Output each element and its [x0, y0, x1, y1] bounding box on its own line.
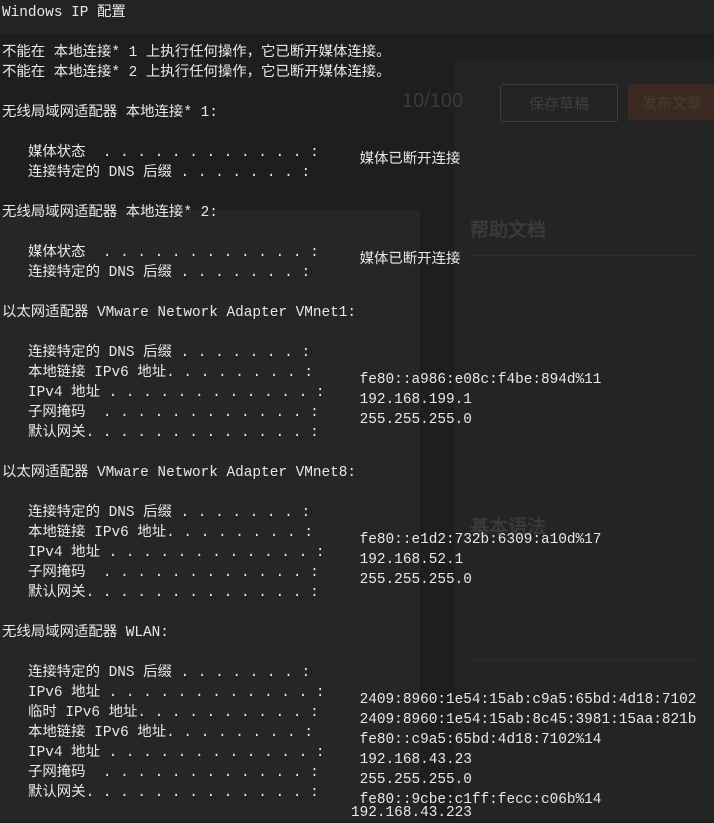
adapter-heading: 无线局域网适配器 本地连接* 1: — [2, 105, 218, 121]
field-label: 媒体状态 . . . . . . . . . . . . : — [28, 245, 319, 261]
adapter-field: 本地链接 IPv6 地址. . . . . . . . : fe80::a986… — [2, 363, 696, 388]
adapter-field: 连接特定的 DNS 后缀 . . . . . . . : — [2, 163, 696, 183]
field-value: 媒体已断开连接 — [351, 152, 461, 168]
field-label: IPv6 地址 . . . . . . . . . . . . : — [28, 685, 325, 701]
field-label: 连接特定的 DNS 后缀 . . . . . . . : — [28, 165, 311, 181]
field-value: 255.255.255.0 — [351, 412, 472, 428]
field-value: 255.255.255.0 — [351, 572, 472, 588]
field-label: 媒体状态 . . . . . . . . . . . . : — [28, 145, 319, 161]
adapter-field: 连接特定的 DNS 后缀 . . . . . . . : — [2, 503, 696, 523]
field-label: 子网掩码 . . . . . . . . . . . . : — [28, 565, 319, 581]
adapter-field: 默认网关. . . . . . . . . . . . . : — [2, 423, 696, 443]
field-label: IPv4 地址 . . . . . . . . . . . . : — [28, 545, 325, 561]
adapter-field: 本地链接 IPv6 地址. . . . . . . . : fe80::c9a5… — [2, 723, 696, 748]
field-label: 默认网关. . . . . . . . . . . . . : — [28, 785, 319, 801]
adapter-field: 默认网关. . . . . . . . . . . . . : — [2, 583, 696, 603]
field-label: 连接特定的 DNS 后缀 . . . . . . . : — [28, 665, 311, 681]
field-value: 媒体已断开连接 — [351, 252, 461, 268]
adapter-heading: 以太网适配器 VMware Network Adapter VMnet1: — [2, 305, 357, 321]
terminal-output: Windows IP 配置不能在 本地连接* 1 上执行任何操作，它已断开媒体连… — [2, 3, 696, 823]
adapter-field: 连接特定的 DNS 后缀 . . . . . . . : — [2, 663, 696, 683]
adapter-field: 连接特定的 DNS 后缀 . . . . . . . : — [2, 343, 696, 363]
field-label: 连接特定的 DNS 后缀 . . . . . . . : — [28, 505, 311, 521]
field-label: 子网掩码 . . . . . . . . . . . . : — [28, 405, 319, 421]
adapter-heading: 无线局域网适配器 本地连接* 2: — [2, 205, 218, 221]
adapter-field: 媒体状态 . . . . . . . . . . . . : 媒体已断开连接 — [2, 143, 696, 168]
adapter-heading: 以太网适配器 VMware Network Adapter VMnet8: — [2, 465, 357, 481]
field-label: 默认网关. . . . . . . . . . . . . : — [28, 585, 319, 601]
adapter-field: IPv6 地址 . . . . . . . . . . . . : 2409:8… — [2, 683, 696, 708]
field-label: 临时 IPv6 地址. . . . . . . . . . : — [28, 705, 319, 721]
field-label: IPv4 地址 . . . . . . . . . . . . : — [28, 385, 325, 401]
field-label: 连接特定的 DNS 后缀 . . . . . . . : — [28, 265, 311, 281]
adapter-field: 子网掩码 . . . . . . . . . . . . : 255.255.2… — [2, 563, 696, 588]
field-label: 本地链接 IPv6 地址. . . . . . . . : — [28, 725, 313, 741]
field-label: 默认网关. . . . . . . . . . . . . : — [28, 425, 319, 441]
field-label: 本地链接 IPv6 地址. . . . . . . . : — [28, 525, 313, 541]
adapter-field: 连接特定的 DNS 后缀 . . . . . . . : — [2, 263, 696, 283]
adapter-field: 临时 IPv6 地址. . . . . . . . . . : 2409:896… — [2, 703, 696, 728]
adapter-heading: 无线局域网适配器 WLAN: — [2, 625, 169, 641]
adapter-field: 默认网关. . . . . . . . . . . . . : fe80::9c… — [2, 783, 696, 808]
field-label: 子网掩码 . . . . . . . . . . . . : — [28, 765, 319, 781]
disconnected-message: 不能在 本地连接* 1 上执行任何操作，它已断开媒体连接。 — [2, 45, 391, 61]
ipconfig-title: Windows IP 配置 — [2, 5, 126, 21]
field-label: IPv4 地址 . . . . . . . . . . . . : — [28, 745, 325, 761]
adapter-field: 子网掩码 . . . . . . . . . . . . : 255.255.2… — [2, 763, 696, 788]
adapter-field: 本地链接 IPv6 地址. . . . . . . . : fe80::e1d2… — [2, 523, 696, 548]
field-label: 本地链接 IPv6 地址. . . . . . . . : — [28, 365, 313, 381]
adapter-field: 子网掩码 . . . . . . . . . . . . : 255.255.2… — [2, 403, 696, 428]
disconnected-message: 不能在 本地连接* 2 上执行任何操作，它已断开媒体连接。 — [2, 65, 391, 81]
field-label: 连接特定的 DNS 后缀 . . . . . . . : — [28, 345, 311, 361]
adapter-field: 媒体状态 . . . . . . . . . . . . : 媒体已断开连接 — [2, 243, 696, 268]
